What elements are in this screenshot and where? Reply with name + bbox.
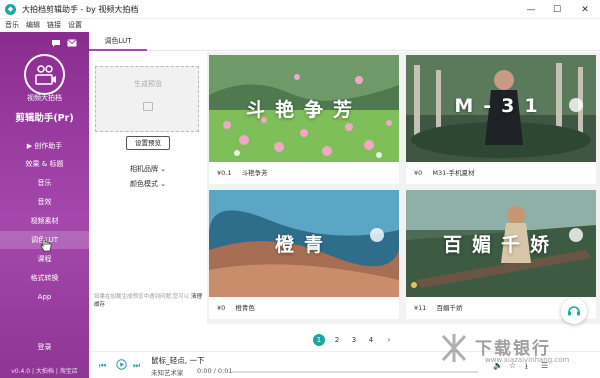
app-window: ◆ 大拍档剪辑助手 - by 视频大拍档 — ☐ ✕ 音乐 编辑 链接 设置 视…: [0, 0, 600, 378]
lut-price: ¥0: [414, 169, 423, 177]
prev-icon[interactable]: ⏮: [99, 361, 106, 371]
lut-name: 百媚千娇: [436, 304, 463, 312]
sidebar-item-effects[interactable]: 效果 & 标题: [0, 155, 89, 173]
page-1[interactable]: 1: [313, 334, 325, 346]
window-title: 大拍档剪辑助手 - by 视频大拍档: [22, 4, 139, 14]
page-2[interactable]: 2: [331, 334, 343, 346]
watermark: 下载银行 www.xiazaiyinhang.com: [437, 330, 587, 370]
tab-bar: 调色LUT: [89, 32, 600, 51]
sidebar-item-creation-assistant[interactable]: ▶ 创作助手: [0, 137, 89, 155]
sidebar-item-video-assets[interactable]: 视频素材: [0, 212, 89, 230]
login-button[interactable]: 登录: [0, 338, 89, 356]
footer-link-dapaidang[interactable]: 大拍档: [36, 368, 54, 375]
lut-price: ¥0.1: [217, 169, 232, 177]
lut-card[interactable]: M-31 ¥0 M31-手机夏材: [406, 55, 596, 184]
close-icon[interactable]: ✕: [574, 0, 596, 19]
brand-logo: [24, 54, 65, 95]
menu-edit[interactable]: 编辑: [26, 20, 40, 30]
preview-hint: 如果在加载生成预览中遇到问题,您可以 清理缓存: [94, 294, 203, 308]
sidebar-footer: v0.4.0 | 大拍档 | 淘宝店: [11, 368, 78, 375]
lut-overlay-text: 百媚千娇: [442, 234, 559, 256]
tab-lut[interactable]: 调色LUT: [89, 32, 147, 51]
chevron-down-icon: ⌄: [157, 165, 167, 173]
minimize-icon[interactable]: —: [520, 0, 542, 19]
set-preview-button[interactable]: 设置预览: [126, 136, 170, 150]
track-time: 0:00 / 0:01: [197, 367, 233, 375]
menu-settings[interactable]: 设置: [68, 20, 82, 30]
lut-caption: ¥0 橙青色: [209, 297, 399, 319]
preview-title: 生成预览: [134, 80, 162, 88]
app-icon: ◆: [5, 3, 16, 15]
camera-brand-dropdown[interactable]: 相机品牌 ⌄: [89, 164, 207, 174]
page-4[interactable]: 4: [365, 334, 377, 346]
image-icon: [143, 102, 153, 111]
play-icon[interactable]: [116, 359, 127, 372]
preview-panel: 生成预览 设置预览 相机品牌 ⌄ 颜色模式 ⌄ 如果在加载生成预览中遇到问题,您…: [89, 52, 207, 324]
lut-name: 橙青色: [235, 304, 255, 312]
lut-card[interactable]: 斗艳争芳 ¥0.1 斗艳争芳: [209, 55, 399, 184]
track-title: 鼠标_轻点, 一下: [151, 356, 205, 365]
lut-overlay-text: M-31: [454, 95, 548, 117]
page-3[interactable]: 3: [348, 334, 360, 346]
lut-caption: ¥0 M31-手机夏材: [406, 162, 596, 184]
lut-name: 斗艳争芳: [241, 169, 268, 177]
mail-icon[interactable]: [67, 39, 77, 51]
maximize-icon[interactable]: ☐: [546, 0, 568, 19]
lut-name: M31-手机夏材: [432, 169, 475, 177]
lut-overlay-text: 斗艳争芳: [245, 99, 362, 121]
menu-music[interactable]: 音乐: [5, 20, 19, 30]
headset-icon: [568, 306, 580, 316]
watermark-logo: [441, 334, 467, 362]
brand-name: 视频大拍档: [27, 94, 62, 102]
people-icon: [34, 64, 56, 85]
lut-card[interactable]: 橙青 ¥0 橙青色: [209, 190, 399, 319]
sidebar-item-format-convert[interactable]: 格式转换: [0, 269, 89, 287]
lut-price: ¥0: [217, 304, 226, 312]
next-icon[interactable]: ⏭: [133, 361, 140, 371]
chat-icon[interactable]: [51, 39, 61, 51]
cursor-hand-icon: [40, 238, 52, 254]
brand-title: 剪辑助手(Pr): [15, 113, 74, 124]
progress-bar[interactable]: [232, 371, 478, 373]
menu-bar: 音乐 编辑 链接 设置: [0, 19, 600, 31]
help-button[interactable]: [561, 298, 587, 324]
title-bar: ◆ 大拍档剪辑助手 - by 视频大拍档: [0, 0, 600, 19]
chevron-down-icon: ⌄: [157, 180, 167, 188]
sidebar: 视频大拍档 剪辑助手(Pr) ▶ 创作助手 效果 & 标题 音乐 音效 视频素材…: [0, 32, 89, 378]
preview-placeholder[interactable]: 生成预览: [95, 66, 199, 132]
next-page-button[interactable]: ›: [383, 334, 395, 346]
watermark-url: www.xiazaiyinhang.com: [485, 356, 570, 364]
lut-overlay-text: 橙青: [274, 234, 333, 256]
track-artist: 未知艺术家: [151, 369, 184, 377]
sidebar-item-music[interactable]: 音乐: [0, 174, 89, 192]
lut-price: ¥11: [414, 304, 427, 312]
lut-grid: 斗艳争芳 ¥0.1 斗艳争芳 M-31 ¥0 M31-手机夏材 橙青 ¥0 橙青…: [207, 52, 600, 324]
footer-link-taobao[interactable]: 淘宝店: [60, 368, 78, 375]
color-mode-dropdown[interactable]: 颜色模式 ⌄: [89, 179, 207, 189]
version-label: v0.4.0: [11, 368, 31, 375]
sidebar-item-sfx[interactable]: 音效: [0, 193, 89, 211]
lut-caption: ¥0.1 斗艳争芳: [209, 162, 399, 184]
menu-links[interactable]: 链接: [47, 20, 61, 30]
sidebar-item-app[interactable]: App: [0, 288, 89, 306]
